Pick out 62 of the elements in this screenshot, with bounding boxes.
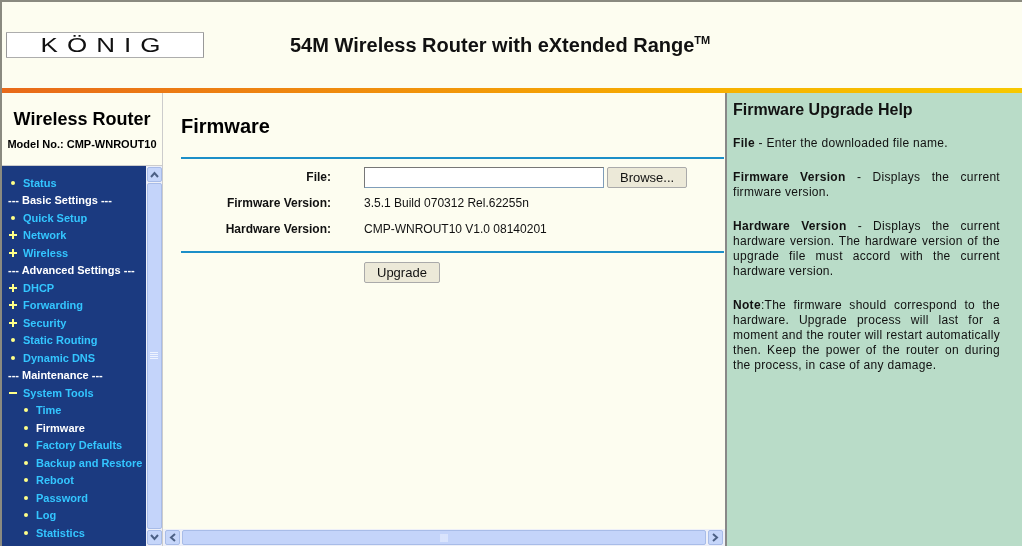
page-header-title: 54M Wireless Router with eXtended Range$^{TM}$ [290, 33, 711, 57]
menu-item[interactable]: Forwarding [23, 299, 83, 312]
page-title: Firmware [181, 115, 271, 139]
bullet-icon [11, 338, 15, 343]
menu-item[interactable]: Statistics [36, 526, 85, 539]
chevron-right-icon [712, 533, 719, 542]
logo: KÖNIG [6, 32, 204, 58]
menu-item[interactable]: Wireless [23, 246, 69, 259]
bullet-icon [24, 460, 28, 465]
menu-item[interactable]: Quick Setup [23, 211, 88, 224]
scroll-right-button[interactable] [708, 530, 723, 545]
menu-section-heading: --- Maintenance --- [8, 369, 103, 382]
menu-item[interactable]: Firmware [36, 421, 85, 434]
field-value: 3.5.1 Build 070312 Rel.62255n [364, 196, 529, 210]
menu-item[interactable]: Reboot [36, 474, 74, 487]
menu-item[interactable]: Password [36, 491, 88, 504]
scroll-down-button[interactable] [146, 530, 162, 545]
scrollbar-thumb[interactable] [182, 530, 706, 545]
bullet-icon [24, 443, 28, 448]
chevron-up-icon [149, 171, 159, 178]
menu-section-heading: --- Basic Settings --- [8, 194, 112, 207]
menu-item[interactable]: Log [36, 509, 57, 522]
menu-item[interactable]: Backup and Restore [36, 456, 143, 469]
bullet-icon [24, 478, 28, 483]
menu-item[interactable]: Status [23, 176, 57, 189]
field-value: CMP-WNROUT10 V1.0 08140201 [364, 222, 547, 236]
field-label: Hardware Version: [224, 222, 331, 236]
help-paragraph: Firmware Version - Displays the current firmware version. [733, 170, 1000, 200]
horizontal-scrollbar[interactable] [163, 529, 725, 546]
bullet-icon [24, 495, 28, 500]
bullet-icon [24, 425, 28, 430]
bullet-icon [24, 408, 28, 413]
menu-item[interactable]: Security [23, 316, 67, 329]
menu-item[interactable]: Dynamic DNS [23, 351, 96, 364]
menu-item[interactable]: Static Routing [23, 334, 98, 347]
help-paragraph: Hardware Version - Displays the current hardware version. The hardware version of the upgrade file must accord with the current hardware version. [733, 219, 1000, 279]
grip-icon [150, 352, 158, 360]
bullet-icon [11, 180, 15, 185]
model-number: Model No.: CMP-WNROUT10 [7, 137, 157, 150]
menu-item[interactable]: System Tools [23, 386, 94, 399]
menu-item[interactable]: DHCP [23, 281, 55, 294]
scroll-left-button[interactable] [165, 530, 180, 545]
chevron-left-icon [169, 533, 176, 542]
field-label: File: [305, 170, 331, 184]
bullet-icon [24, 513, 28, 518]
bullet-icon [11, 355, 15, 360]
bullet-icon [11, 215, 15, 220]
menu-item[interactable]: Network [23, 229, 67, 242]
menu-section-heading: --- Advanced Settings --- [8, 264, 135, 277]
help-paragraph: Note:The firmware should correspond to the hardware. Upgrade process will last for a moment and the router will restart automatically then. Keep the power of the router on during the process, in case of any damage. [733, 298, 1000, 373]
browse-button[interactable]: Browse... [607, 166, 688, 188]
upgrade-button[interactable]: Upgrade [364, 262, 440, 283]
file-input-field[interactable] [364, 166, 604, 188]
chevron-down-icon [149, 534, 159, 541]
field-label: Firmware Version: [225, 196, 331, 210]
help-title: Firmware Upgrade Help [733, 101, 914, 119]
bullet-icon [24, 530, 28, 535]
sidebar-title: Wireless Router [13, 108, 151, 130]
help-paragraph: File - Enter the downloaded file name. [733, 136, 949, 151]
menu-item[interactable]: Factory Defaults [36, 439, 123, 452]
scroll-up-button[interactable] [146, 167, 162, 182]
menu-item[interactable]: Time [36, 404, 62, 417]
